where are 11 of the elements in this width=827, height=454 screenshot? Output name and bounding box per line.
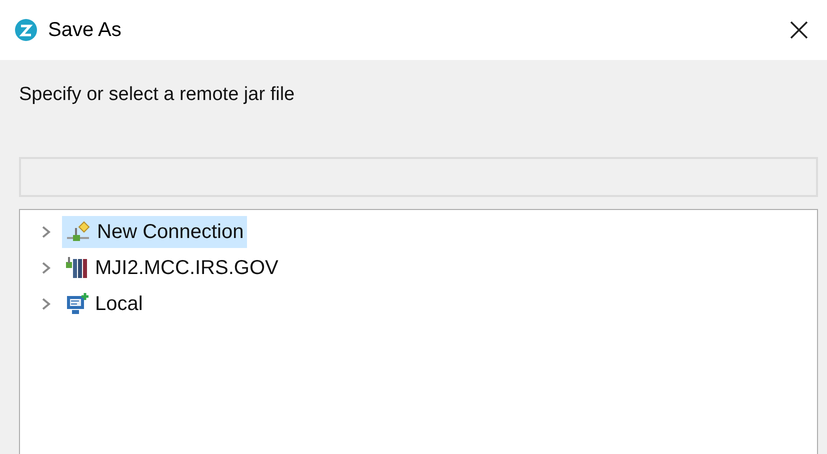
server-icon — [65, 256, 89, 280]
expand-chevron-icon[interactable] — [40, 261, 52, 275]
tree-item[interactable]: New Connection — [62, 216, 247, 248]
expand-chevron-icon[interactable] — [40, 297, 52, 311]
app-logo-icon — [14, 18, 38, 42]
close-icon — [789, 20, 809, 40]
computer-icon — [65, 292, 89, 316]
window-title: Save As — [48, 18, 122, 43]
expand-chevron-icon[interactable] — [40, 225, 52, 239]
message-text: Specify or select a remote jar file — [19, 82, 295, 107]
network-plus-icon — [65, 220, 91, 244]
